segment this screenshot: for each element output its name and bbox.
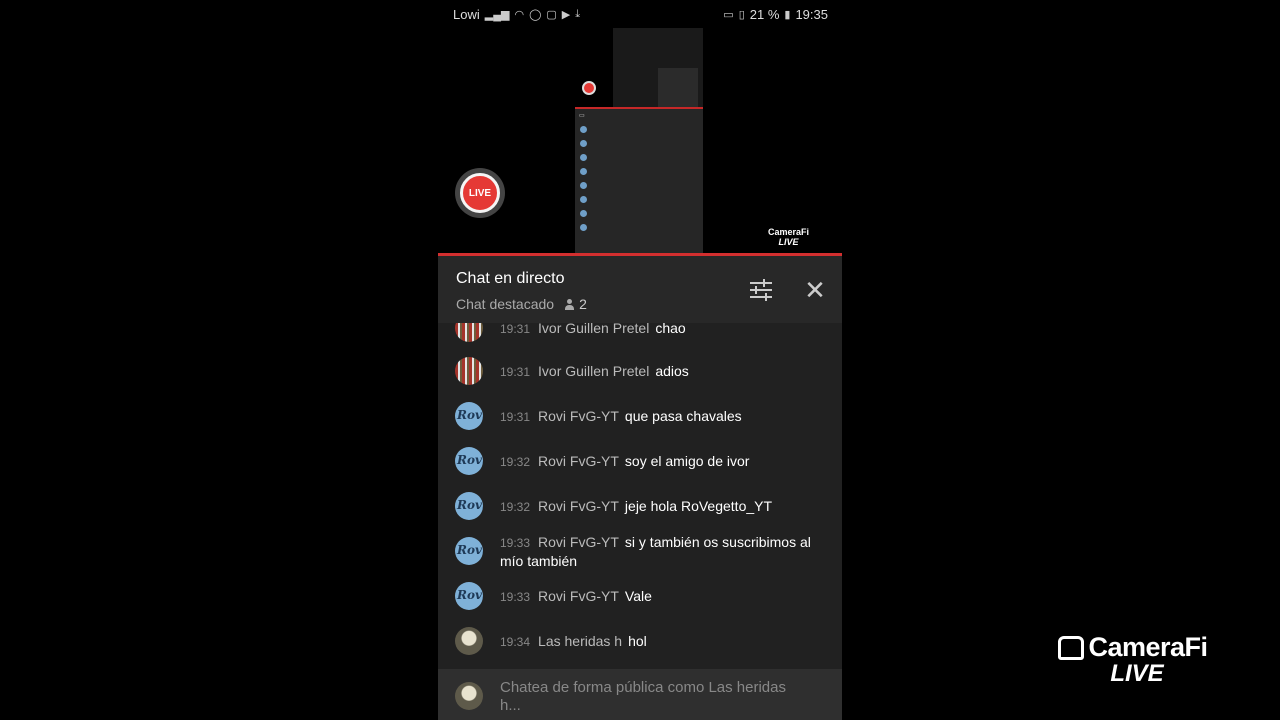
avatar[interactable] <box>455 323 483 342</box>
chat-header: Chat en directo Chat destacado 2 ✕ <box>438 256 842 323</box>
settings-sliders-icon[interactable] <box>748 277 774 303</box>
chat-input-placeholder[interactable]: Chatea de forma pública como Las heridas… <box>500 679 790 715</box>
watermark-brand: CameraFi <box>1088 632 1208 662</box>
preview-watermark: CameraFi LIVE <box>768 227 809 247</box>
avatar[interactable]: Rovi <box>455 537 483 565</box>
camerafi-watermark: CameraFi LIVE <box>1048 632 1218 688</box>
mini-record-icon <box>582 81 596 95</box>
viewer-count: 2 <box>564 296 587 312</box>
chat-input-bar[interactable]: Chatea de forma pública como Las heridas… <box>438 669 842 720</box>
message-text: hol <box>628 633 647 649</box>
status-bar: Lowi ▂▄▆ ◠ ◯ ▢ ▶ ⤓ ▭ ▯ 21 % ▮ 19:35 <box>438 0 842 28</box>
message-text: jeje hola RoVegetto_YT <box>624 498 773 514</box>
own-avatar <box>455 682 483 710</box>
phone-screen: Lowi ▂▄▆ ◠ ◯ ▢ ▶ ⤓ ▭ ▯ 21 % ▮ 19:35 ▭ LI… <box>438 0 842 720</box>
message-text: Vale <box>624 588 652 604</box>
avatar[interactable] <box>455 357 483 385</box>
message-time: 19:31 <box>500 410 531 424</box>
clock: 19:35 <box>795 6 828 22</box>
wifi-icon: ◠ <box>514 8 525 21</box>
stream-preview: ▭ LIVE CameraFi LIVE <box>438 28 842 256</box>
vibrate-icon: ▯ <box>738 8 745 21</box>
message-text: chao <box>655 323 686 336</box>
message-author[interactable]: Rovi FvG-YT <box>538 498 619 514</box>
close-icon[interactable]: ✕ <box>801 276 829 304</box>
battery-icon: ▮ <box>784 8 791 21</box>
message-time: 19:32 <box>500 455 531 469</box>
chat-message-list[interactable]: 19:31 Ivor Guillen Pretel chao 19:31 Ivor G… <box>438 323 842 669</box>
message-time: 19:34 <box>500 635 531 649</box>
avatar[interactable] <box>455 627 483 655</box>
youtube-icon: ▶ <box>561 8 571 21</box>
cast-icon: ▭ <box>723 8 734 21</box>
carrier-label: Lowi <box>453 6 480 22</box>
avatar[interactable]: Rovi <box>455 402 483 430</box>
instagram-icon: ▢ <box>546 8 557 21</box>
message-time: 19:31 <box>500 365 531 379</box>
message-time: 19:31 <box>500 323 531 336</box>
message-author[interactable]: Rovi FvG-YT <box>538 534 619 550</box>
message-time: 19:32 <box>500 500 531 514</box>
message-text: adios <box>655 363 689 379</box>
avatar[interactable]: Rovi <box>455 582 483 610</box>
avatar[interactable]: Rovi <box>455 447 483 475</box>
message-author[interactable]: Las heridas h <box>538 633 622 649</box>
message-author[interactable]: Rovi FvG-YT <box>538 588 619 604</box>
nested-chat-thumbnail: ▭ <box>575 107 703 256</box>
live-label: LIVE <box>460 173 500 213</box>
message-author[interactable]: Ivor Guillen Pretel <box>538 363 649 379</box>
signal-icon: ▂▄▆ <box>484 8 510 21</box>
mini-chat-header: ▭ <box>579 113 585 119</box>
camerafi-logo-icon <box>1058 635 1085 660</box>
battery-level: 21 % <box>749 6 780 22</box>
live-chat-panel: Chat en directo Chat destacado 2 ✕ 19:31… <box>438 253 842 720</box>
download-icon: ⤓ <box>575 7 581 20</box>
viewer-count-value: 2 <box>579 296 587 312</box>
message-author[interactable]: Rovi FvG-YT <box>538 453 619 469</box>
avatar[interactable]: Rovi <box>455 492 483 520</box>
preview-watermark-sub: LIVE <box>778 237 799 247</box>
message-author[interactable]: Rovi FvG-YT <box>538 408 619 424</box>
message-author[interactable]: Ivor Guillen Pretel <box>538 323 649 336</box>
message-text: que pasa chavales <box>624 408 742 424</box>
nested-screen-thumbnail <box>613 28 703 108</box>
preview-watermark-brand: CameraFi <box>768 227 810 237</box>
live-button[interactable]: LIVE <box>455 168 505 218</box>
chat-title: Chat en directo <box>456 270 565 287</box>
message-time: 19:33 <box>500 590 531 604</box>
message-time: 19:33 <box>500 536 531 550</box>
message-text: soy el amigo de ivor <box>624 453 750 469</box>
whatsapp-icon: ◯ <box>529 8 542 21</box>
person-icon <box>564 298 575 310</box>
chat-mode-selector[interactable]: Chat destacado 2 <box>456 296 587 312</box>
watermark-sub: LIVE <box>1110 660 1164 687</box>
chat-mode-label: Chat destacado <box>456 296 555 312</box>
